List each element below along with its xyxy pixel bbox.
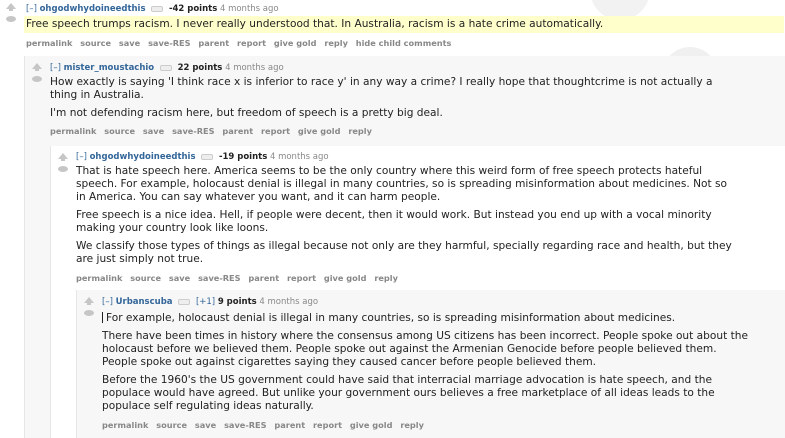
save-link[interactable]: save [195, 420, 216, 430]
comment-paragraph: How exactly is saying 'I think race x is… [50, 76, 713, 101]
parent-link[interactable]: parent [198, 38, 229, 48]
collapse-toggle[interactable]: [–] [76, 152, 87, 162]
permalink-link[interactable]: permalink [50, 126, 96, 136]
reply-link[interactable]: reply [324, 38, 348, 48]
comment-tagline: [–] mister_moustachio 22 points 4 months… [50, 62, 284, 74]
save-res-link[interactable]: save-RES [224, 420, 266, 430]
report-link[interactable]: report [313, 420, 342, 430]
vote-arrows [56, 153, 70, 173]
permalink-link[interactable]: permalink [102, 420, 148, 430]
comment-author[interactable]: ohgodwhydoineedthis [40, 4, 146, 14]
save-res-link[interactable]: save-RES [198, 273, 240, 283]
comment-time: 4 months ago [259, 297, 319, 307]
comment-paragraph: There have been times in history where t… [102, 330, 748, 368]
comment-paragraph: For example, holocaust denial is illegal… [106, 312, 676, 324]
comment-buttons: permalink source save save-RES parent re… [26, 37, 456, 49]
flair-icon [201, 153, 214, 160]
comment-body: How exactly is saying 'I think race x is… [50, 76, 740, 125]
vote-arrows [4, 3, 18, 23]
hide-child-comments-link[interactable]: hide child comments [356, 38, 452, 48]
save-res-link[interactable]: save-RES [148, 38, 190, 48]
source-link[interactable]: source [80, 38, 111, 48]
comment-author[interactable]: ohgodwhydoineedthis [90, 152, 196, 162]
parent-link[interactable]: parent [274, 420, 305, 430]
save-link[interactable]: save [143, 126, 164, 136]
comment-buttons: permalink source save save-RES parent re… [50, 125, 377, 137]
comment-time: 4 months ago [219, 4, 279, 14]
comment-score: 9 points [217, 297, 257, 307]
comment-buttons: permalink source save save-RES parent re… [102, 419, 429, 431]
author-karma-tag: [+1] [195, 297, 216, 307]
quote-bar [102, 312, 103, 323]
upvote-icon[interactable] [58, 153, 68, 161]
comment-score: -42 points [168, 4, 218, 14]
upvote-icon[interactable] [32, 63, 42, 71]
comment-body: That is hate speech here. America seems … [76, 165, 736, 271]
report-link[interactable]: report [261, 126, 290, 136]
collapse-toggle[interactable]: [–] [102, 297, 113, 307]
collapse-toggle[interactable]: [–] [26, 4, 37, 14]
report-link[interactable]: report [287, 273, 316, 283]
flair-icon [178, 298, 191, 305]
comment-score: -19 points [218, 152, 268, 162]
source-link[interactable]: source [104, 126, 135, 136]
upvote-icon[interactable] [6, 3, 16, 11]
give-gold-link[interactable]: give gold [324, 273, 367, 283]
comment-paragraph: That is hate speech here. America seems … [76, 165, 728, 203]
reply-link[interactable]: reply [374, 273, 398, 283]
comment-tagline: [–] ohgodwhydoineedthis -19 points 4 mon… [76, 151, 329, 163]
comment-body: Free speech trumps racism. I never reall… [24, 16, 784, 33]
downvote-icon[interactable] [58, 165, 68, 173]
report-link[interactable]: report [237, 38, 266, 48]
collapse-toggle[interactable]: [–] [50, 63, 61, 73]
comment-quote: For example, holocaust denial is illegal… [102, 312, 752, 325]
give-gold-link[interactable]: give gold [298, 126, 341, 136]
comment-paragraph: We classify those types of things as ill… [76, 240, 732, 265]
comment-tagline: [–] Urbanscuba [+1] 9 points 4 months ag… [102, 296, 318, 308]
reply-link[interactable]: reply [348, 126, 372, 136]
source-link[interactable]: source [156, 420, 187, 430]
comment-paragraph: Free speech trumps racism. I never reall… [24, 16, 784, 33]
save-link[interactable]: save [119, 38, 140, 48]
flair-icon [151, 5, 164, 12]
save-res-link[interactable]: save-RES [172, 126, 214, 136]
give-gold-link[interactable]: give gold [274, 38, 317, 48]
permalink-link[interactable]: permalink [76, 273, 122, 283]
reply-link[interactable]: reply [400, 420, 424, 430]
comment-paragraph: Free speech is a nice idea. Hell, if peo… [76, 209, 712, 234]
comment-paragraph: I'm not defending racism here, but freed… [50, 107, 443, 119]
downvote-icon[interactable] [32, 75, 42, 83]
comment-tagline: [–] ohgodwhydoineedthis -42 points 4 mon… [26, 3, 279, 15]
comment-score: 22 points [177, 63, 223, 73]
downvote-icon[interactable] [84, 309, 94, 317]
comment-time: 4 months ago [225, 63, 284, 73]
comment-author[interactable]: Urbanscuba [116, 297, 173, 307]
upvote-icon[interactable] [84, 297, 94, 305]
give-gold-link[interactable]: give gold [350, 420, 393, 430]
comment-time: 4 months ago [269, 152, 329, 162]
comment-author[interactable]: mister_moustachio [64, 63, 155, 73]
comment-buttons: permalink source save save-RES parent re… [76, 272, 403, 284]
vote-arrows [82, 297, 96, 317]
vote-arrows [30, 63, 44, 83]
permalink-link[interactable]: permalink [26, 38, 72, 48]
save-link[interactable]: save [169, 273, 190, 283]
flair-icon [159, 64, 172, 71]
comment-paragraph: Before the 1960's the US government coul… [102, 374, 715, 412]
comment-body: For example, holocaust denial is illegal… [102, 312, 752, 418]
source-link[interactable]: source [130, 273, 161, 283]
parent-link[interactable]: parent [248, 273, 279, 283]
parent-link[interactable]: parent [222, 126, 253, 136]
downvote-icon[interactable] [6, 15, 16, 23]
